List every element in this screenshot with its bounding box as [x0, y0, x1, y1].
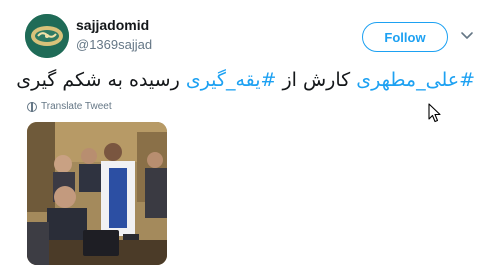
hashtag-link[interactable]: #یقه_گیری	[186, 69, 277, 91]
display-name[interactable]: sajjadomid	[76, 17, 149, 33]
tweet-text: #علی_مطهری کارش از #یقه_گیری رسیده به شک…	[16, 63, 475, 97]
tweet-photo[interactable]	[27, 122, 167, 265]
follow-button[interactable]: Follow	[362, 22, 448, 52]
tweet-text-segment: رسیده به شکم گیری	[16, 69, 186, 91]
mouse-pointer-icon	[428, 103, 441, 123]
translate-tweet-link[interactable]: Translate Tweet	[27, 101, 112, 112]
tweet-text-segment: کارش از	[276, 69, 357, 91]
hashtag-link[interactable]: #علی_مطهری	[356, 69, 475, 91]
user-handle[interactable]: @1369sajjad	[76, 37, 152, 52]
globe-icon	[27, 101, 37, 112]
translate-label: Translate Tweet	[41, 101, 112, 112]
chevron-down-icon[interactable]	[460, 28, 474, 42]
avatar[interactable]	[25, 14, 69, 58]
